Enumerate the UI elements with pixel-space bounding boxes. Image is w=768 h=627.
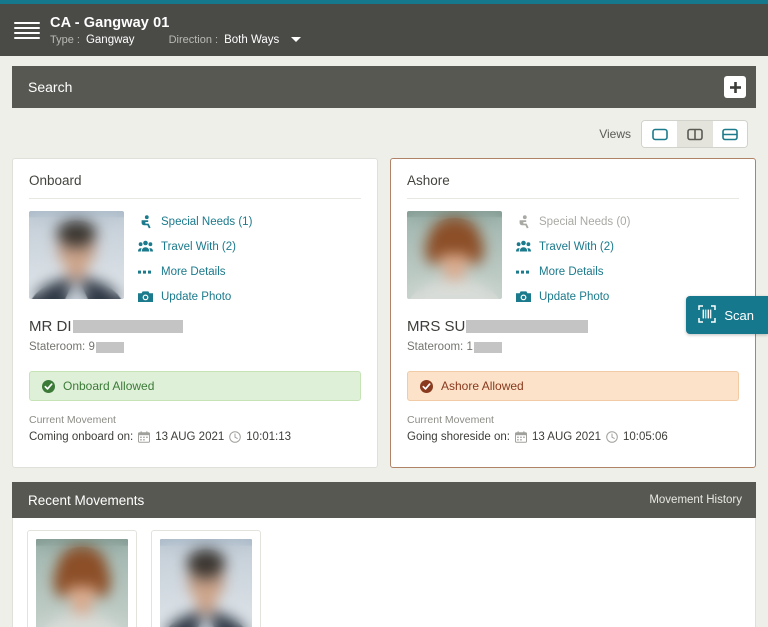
movement-date: 13 AUG 2021 xyxy=(155,431,225,443)
views-toolbar: Views xyxy=(12,108,756,158)
chevron-down-icon[interactable] xyxy=(291,37,302,42)
travel-with-link[interactable]: Travel With (2) xyxy=(138,239,252,254)
link-label: More Details xyxy=(539,265,604,278)
type-value: Gangway xyxy=(85,33,135,46)
passenger-photo xyxy=(407,211,502,299)
group-icon xyxy=(138,239,153,254)
card-title: Ashore xyxy=(407,173,739,199)
split-horizontal-icon[interactable] xyxy=(712,121,747,147)
passenger-name-text: MRS SU xyxy=(407,318,466,335)
single-panel-icon[interactable] xyxy=(642,121,677,147)
link-label: Travel With (2) xyxy=(161,240,236,253)
direction-value[interactable]: Both Ways xyxy=(224,34,279,46)
status-badge: Onboard Allowed xyxy=(29,371,361,401)
calendar-icon xyxy=(514,431,527,443)
redaction-block xyxy=(72,320,183,333)
views-button-group xyxy=(641,120,748,148)
passenger-name: MR DI xyxy=(29,318,361,335)
more-details-link[interactable]: More Details xyxy=(516,264,630,279)
recent-movements-list xyxy=(12,518,756,627)
card-title: Onboard xyxy=(29,173,361,199)
page-title: CA - Gangway 01 xyxy=(50,14,170,31)
status-badge: Ashore Allowed xyxy=(407,371,739,401)
search-panel-header: Search xyxy=(12,66,756,108)
movement-label: Current Movement xyxy=(407,414,494,426)
ellipsis-icon xyxy=(516,264,531,279)
movement-history-link[interactable]: Movement History xyxy=(649,494,742,506)
passenger-name-text: MR DI xyxy=(29,318,72,335)
scan-button-label: Scan xyxy=(724,307,754,323)
recent-movements-header: Recent Movements Movement History xyxy=(12,482,756,518)
barcode-scan-icon xyxy=(698,304,717,326)
redaction-block xyxy=(473,341,502,353)
passenger-cards-row: Onboard Special Needs (1) Travel With (2… xyxy=(12,158,756,468)
type-label: Type : xyxy=(50,33,80,46)
travel-with-link[interactable]: Travel With (2) xyxy=(516,239,630,254)
movement-prefix: Coming onboard on: xyxy=(29,431,134,443)
page-content: Search Views Onboard Special Needs (1) T… xyxy=(0,56,768,627)
app-header: CA - Gangway 01 Type : Gangway Direction… xyxy=(0,4,768,56)
search-panel-title: Search xyxy=(28,79,73,95)
redaction-block xyxy=(95,341,124,353)
status-text: Onboard Allowed xyxy=(63,379,155,393)
link-label: Special Needs (0) xyxy=(539,215,631,228)
card-body: Special Needs (1) Travel With (2) More D… xyxy=(29,211,361,304)
group-icon xyxy=(516,239,531,254)
check-circle-icon xyxy=(42,379,55,393)
calendar-icon xyxy=(138,431,151,443)
link-label: More Details xyxy=(161,265,226,278)
onboard-card[interactable]: Onboard Special Needs (1) Travel With (2… xyxy=(12,158,378,468)
redaction-block xyxy=(466,320,589,333)
recent-movements-title: Recent Movements xyxy=(28,492,145,508)
card-body: Special Needs (0) Travel With (2) More D… xyxy=(407,211,739,304)
clock-icon xyxy=(606,431,618,443)
scan-button[interactable]: Scan xyxy=(686,296,768,334)
more-details-link[interactable]: More Details xyxy=(138,264,252,279)
ellipsis-icon xyxy=(138,264,153,279)
stateroom-text: Stateroom: 1 xyxy=(407,341,473,353)
header-subline: Type : Gangway Direction : Both Ways xyxy=(50,33,302,46)
plus-icon[interactable] xyxy=(724,76,746,98)
list-item[interactable] xyxy=(151,530,261,627)
stateroom-text: Stateroom: 9 xyxy=(29,341,95,353)
link-label: Update Photo xyxy=(161,290,232,303)
movement-date: 13 AUG 2021 xyxy=(531,431,601,443)
check-circle-icon xyxy=(420,379,433,393)
movement-prefix: Going shoreside on: xyxy=(407,431,510,443)
views-label: Views xyxy=(599,127,631,141)
stateroom-row: Stateroom: 1 xyxy=(407,341,739,353)
camera-icon xyxy=(516,289,531,304)
camera-icon xyxy=(138,289,153,304)
list-item[interactable] xyxy=(27,530,137,627)
special-needs-link: Special Needs (0) xyxy=(516,214,630,229)
link-label: Travel With (2) xyxy=(539,240,614,253)
direction-label: Direction : xyxy=(168,33,219,46)
recent-movements-panel: Recent Movements Movement History xyxy=(12,482,756,627)
movement-label: Current Movement xyxy=(29,414,116,426)
movement-line: Coming onboard on: 13 AUG 2021 10:01:13 xyxy=(29,431,361,443)
movement-time: 10:05:06 xyxy=(623,431,668,443)
update-photo-link[interactable]: Update Photo xyxy=(516,289,630,304)
passenger-photo xyxy=(29,211,124,299)
status-text: Ashore Allowed xyxy=(441,379,524,393)
split-vertical-icon[interactable] xyxy=(677,121,712,147)
special-needs-link[interactable]: Special Needs (1) xyxy=(138,214,252,229)
card-links: Special Needs (0) Travel With (2) More D… xyxy=(516,211,630,304)
movement-line: Going shoreside on: 13 AUG 2021 10:05:06 xyxy=(407,431,739,443)
update-photo-link[interactable]: Update Photo xyxy=(138,289,252,304)
link-label: Special Needs (1) xyxy=(161,215,253,228)
hamburger-icon[interactable] xyxy=(10,15,44,45)
stateroom-row: Stateroom: 9 xyxy=(29,341,361,353)
clock-icon xyxy=(229,431,242,443)
accessibility-icon xyxy=(516,214,531,229)
link-label: Update Photo xyxy=(539,290,610,303)
accessibility-icon xyxy=(138,214,153,229)
card-links: Special Needs (1) Travel With (2) More D… xyxy=(138,211,252,304)
header-text-block: CA - Gangway 01 Type : Gangway Direction… xyxy=(50,14,302,46)
movement-time: 10:01:13 xyxy=(246,431,292,443)
